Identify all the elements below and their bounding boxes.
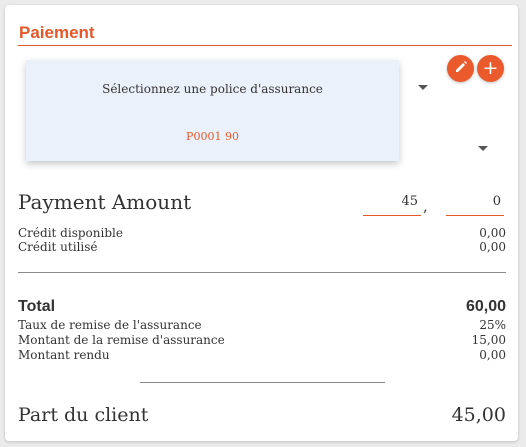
total-value: 60,00 (465, 298, 506, 315)
credit-available-row: Crédit disponible 0,00 (18, 226, 506, 240)
discount-amount-row: Montant de la remise d'assurance 15,00 (18, 333, 506, 347)
discount-amount-label: Montant de la remise d'assurance (18, 333, 225, 347)
change-value: 0,00 (479, 348, 506, 362)
discount-rate-row: Taux de remise de l'assurance 25% (18, 318, 506, 332)
caret-down-icon[interactable] (478, 146, 488, 151)
change-row: Montant rendu 0,00 (18, 348, 506, 362)
insurance-policy-dropdown[interactable]: Sélectionnez une police d'assurance P000… (26, 60, 399, 161)
total-label: Total (18, 298, 56, 315)
plus-icon: + (482, 57, 499, 79)
client-share-value: 45,00 (451, 404, 506, 426)
discount-rate-value: 25% (479, 318, 506, 332)
credit-used-value: 0,00 (479, 240, 506, 254)
pencil-icon (454, 59, 468, 78)
total-row: Total 60,00 (18, 298, 506, 316)
edit-button[interactable] (447, 55, 474, 82)
caret-down-icon[interactable] (418, 85, 428, 90)
divider (140, 382, 385, 383)
credit-available-label: Crédit disponible (18, 226, 123, 240)
change-label: Montant rendu (18, 348, 110, 362)
credit-used-row: Crédit utilisé 0,00 (18, 240, 506, 254)
payment-card: Paiement + Sélectionnez une police d'ass… (5, 5, 518, 441)
client-share-label: Part du client (18, 404, 149, 426)
payment-amount-decimal-input[interactable]: 0 (446, 193, 504, 216)
decimal-separator: , (423, 197, 428, 215)
dropdown-header: Sélectionnez une police d'assurance (102, 82, 323, 96)
discount-rate-label: Taux de remise de l'assurance (18, 318, 202, 332)
credit-used-label: Crédit utilisé (18, 240, 98, 254)
payment-amount-label: Payment Amount (18, 190, 192, 214)
divider (18, 272, 506, 273)
payment-amount-integer-input[interactable]: 45 (363, 193, 421, 216)
add-button[interactable]: + (477, 55, 504, 82)
discount-amount-value: 15,00 (471, 333, 506, 347)
section-title: Paiement (19, 23, 95, 42)
title-underline (18, 45, 512, 46)
client-share-row: Part du client 45,00 (18, 404, 506, 426)
credit-available-value: 0,00 (479, 226, 506, 240)
dropdown-option[interactable]: P0001 90 (26, 130, 399, 143)
